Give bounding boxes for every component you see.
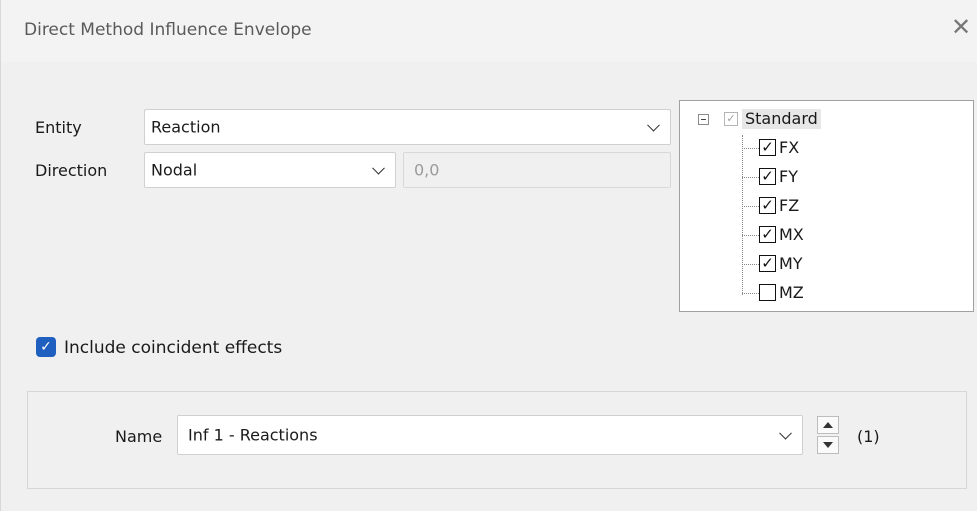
direction-label: Direction [35, 161, 108, 180]
tree-item-fy[interactable]: ✓ FY [742, 166, 862, 188]
entity-value: Reaction [151, 117, 221, 137]
tree-item-fz[interactable]: ✓ FZ [742, 195, 862, 217]
checkbox[interactable]: ✓ [759, 226, 776, 243]
include-coincident-label[interactable]: Include coincident effects [64, 337, 282, 359]
spin-down-icon[interactable] [817, 436, 839, 454]
direction-coordinate-value: 0,0 [414, 160, 440, 180]
include-coincident-checkbox[interactable]: ✓ [36, 337, 56, 357]
component-tree[interactable]: ✓ Standard ✓ FX ✓ FY ✓ FZ ✓ MX ✓ MY MZ [679, 100, 974, 312]
collapse-icon[interactable] [698, 114, 709, 125]
name-spinner[interactable] [817, 416, 839, 454]
name-value: Inf 1 - Reactions [188, 425, 318, 445]
entity-dropdown[interactable]: Reaction [144, 109, 671, 145]
direction-coordinate-field: 0,0 [403, 152, 671, 188]
tree-item-label: FY [779, 167, 798, 186]
name-dropdown[interactable]: Inf 1 - Reactions [177, 415, 803, 455]
chevron-down-icon [779, 426, 792, 440]
tree-item-fx[interactable]: ✓ FX [742, 137, 862, 159]
dialog-window: Direct Method Influence Envelope ✕ Entit… [0, 0, 977, 511]
direction-dropdown[interactable]: Nodal [144, 152, 396, 188]
tree-item-label: FZ [779, 196, 800, 215]
tree-item-label: MY [779, 254, 803, 273]
dialog-title: Direct Method Influence Envelope [24, 20, 312, 40]
spin-up-icon[interactable] [817, 416, 839, 434]
tree-item-label: FX [779, 138, 800, 157]
checkbox[interactable]: ✓ [759, 255, 776, 272]
tree-item-mz[interactable]: MZ [742, 282, 862, 304]
chevron-down-icon [372, 161, 385, 175]
checkbox[interactable]: ✓ [759, 139, 776, 156]
entity-label: Entity [35, 118, 82, 137]
tree-root-label: Standard [742, 109, 821, 129]
tree-item-label: MZ [779, 283, 804, 302]
tree-item-my[interactable]: ✓ MY [742, 253, 862, 275]
checkbox[interactable]: ✓ [759, 168, 776, 185]
checkbox[interactable]: ✓ [759, 197, 776, 214]
root-checkbox[interactable]: ✓ [724, 112, 738, 126]
title-bar: Direct Method Influence Envelope ✕ [1, 0, 977, 62]
chevron-down-icon [647, 118, 660, 132]
close-icon[interactable]: ✕ [948, 14, 974, 40]
tree-item-mx[interactable]: ✓ MX [742, 224, 862, 246]
name-count: (1) [857, 427, 880, 446]
checkbox[interactable] [759, 284, 776, 301]
name-label: Name [115, 427, 163, 446]
tree-item-label: MX [779, 225, 804, 244]
direction-value: Nodal [151, 160, 198, 180]
